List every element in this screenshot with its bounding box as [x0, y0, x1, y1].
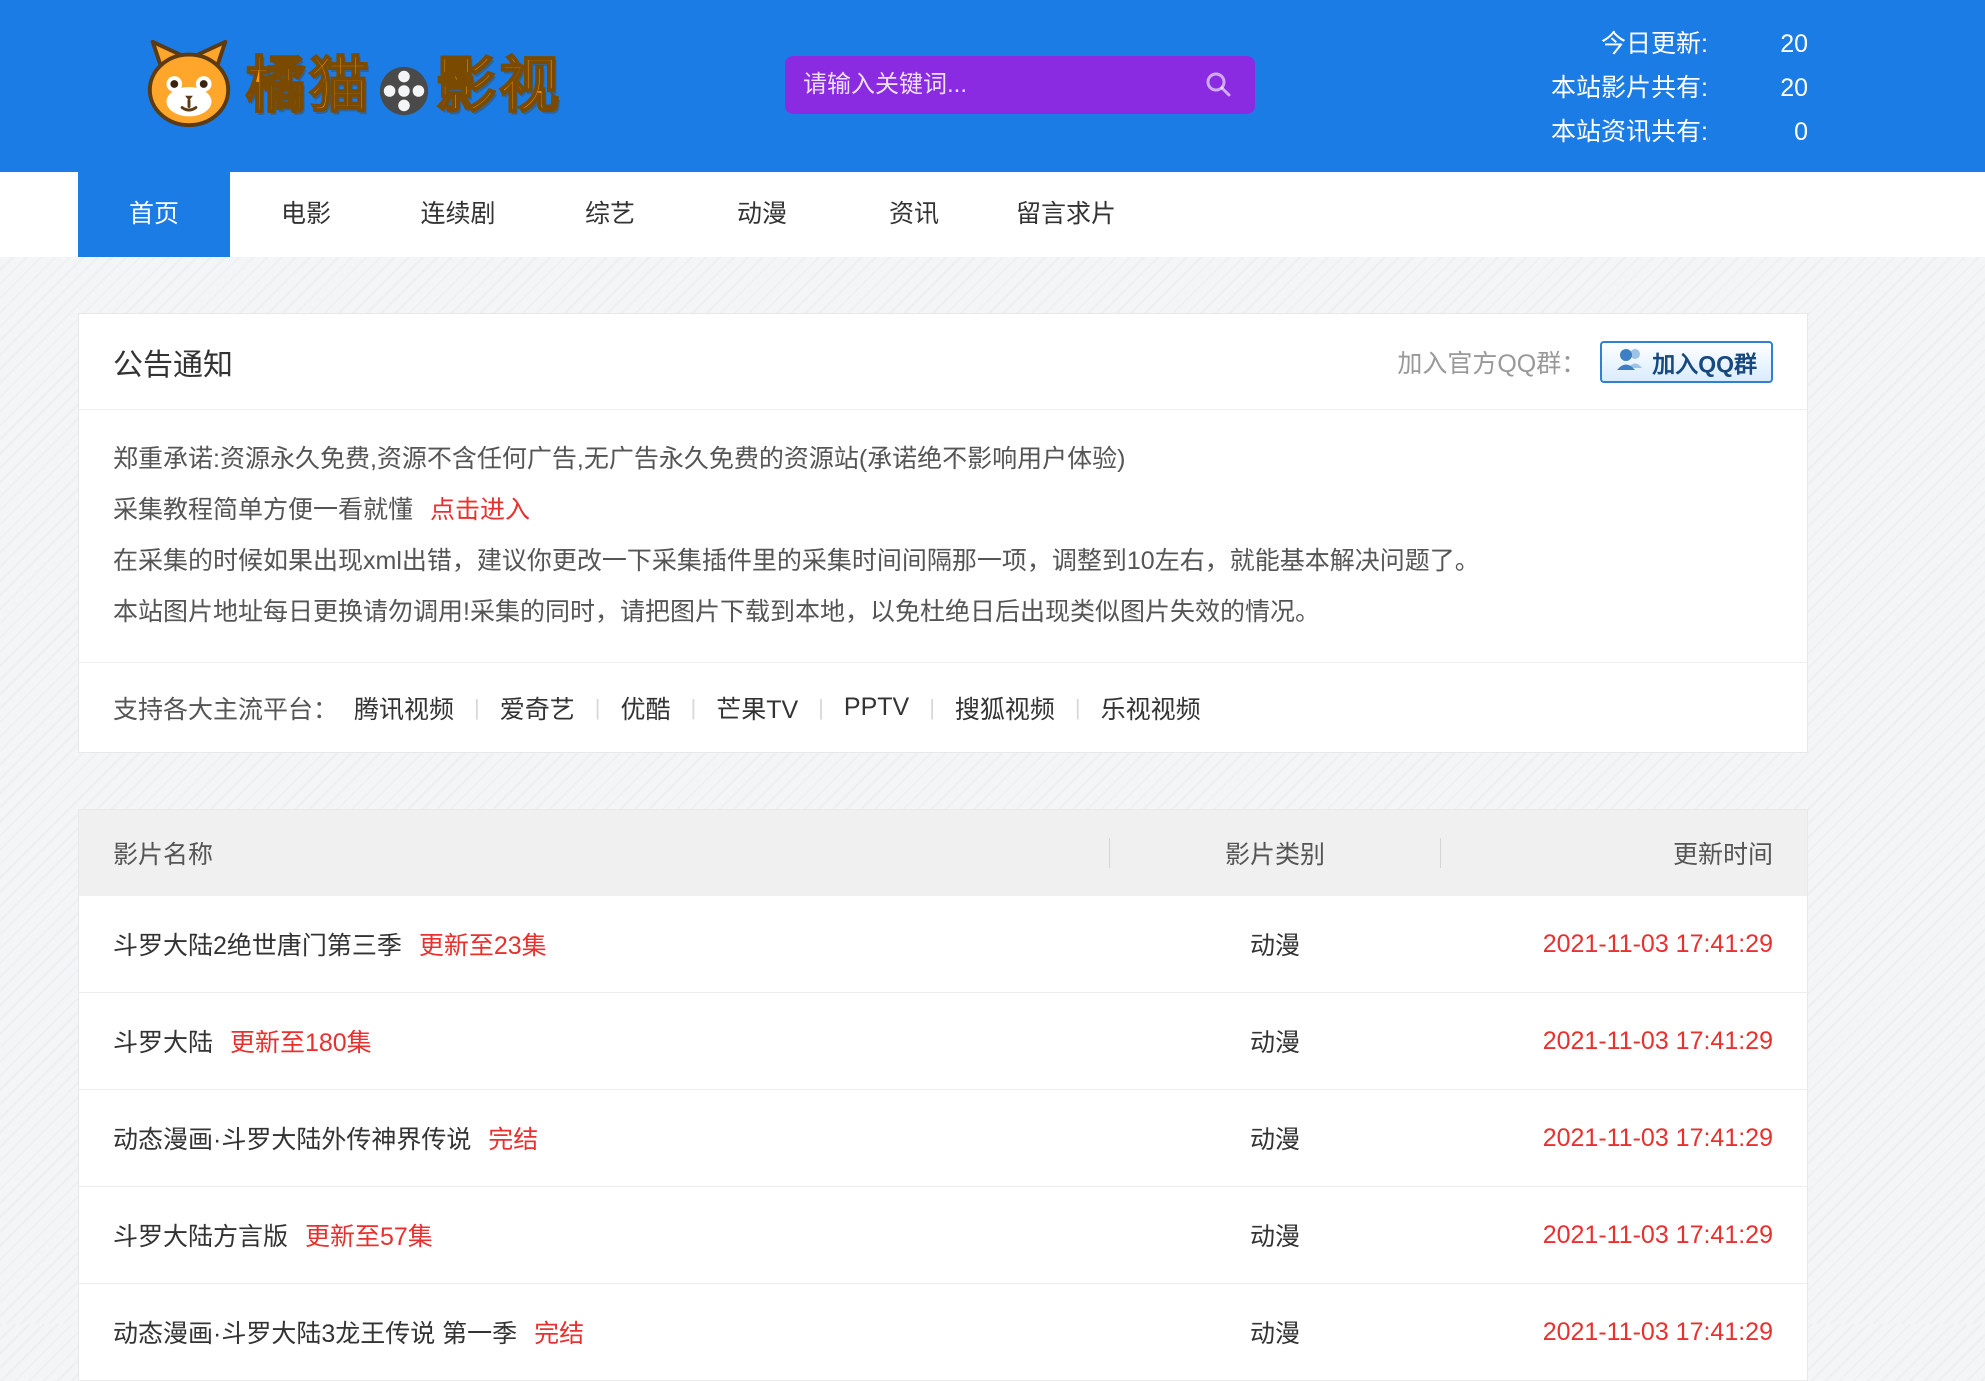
column-header-updated: 更新时间 [1441, 835, 1807, 871]
notice-enter-link[interactable]: 点击进入 [430, 496, 530, 524]
video-name-cell: 斗罗大陆方言版 更新至57集 [79, 1217, 1109, 1253]
notice-title: 公告通知 [113, 340, 233, 384]
search-icon [1203, 69, 1233, 102]
header-inner: 橘猫 影视 [78, 0, 1808, 172]
logo-text-part2: 影视 [436, 56, 562, 116]
divider: | [818, 695, 824, 721]
video-name-link[interactable]: 斗罗大陆2绝世唐门第三季 [113, 932, 402, 960]
platform-link-letv[interactable]: 乐视视频 [1101, 690, 1201, 726]
nav-item-home[interactable]: 首页 [78, 172, 230, 257]
video-updated-time: 2021-11-03 17:41:29 [1441, 1027, 1807, 1056]
platform-link-tencent[interactable]: 腾讯视频 [354, 690, 454, 726]
divider: | [691, 695, 697, 721]
search-input[interactable] [803, 71, 1199, 99]
video-name-link[interactable]: 动态漫画·斗罗大陆3龙王传说 第一季 [113, 1320, 517, 1348]
video-category: 动漫 [1110, 926, 1440, 962]
notice-header: 公告通知 加入官方QQ群： 加入QQ群 [79, 314, 1807, 410]
nav-item-series[interactable]: 连续剧 [382, 172, 534, 257]
table-row: 斗罗大陆方言版 更新至57集 动漫 2021-11-03 17:41:29 [79, 1187, 1807, 1284]
video-updated-time: 2021-11-03 17:41:29 [1441, 1124, 1807, 1153]
video-updated-time: 2021-11-03 17:41:29 [1441, 1318, 1807, 1347]
nav-item-anime[interactable]: 动漫 [686, 172, 838, 257]
table-row: 动态漫画·斗罗大陆3龙王传说 第一季 完结 动漫 2021-11-03 17:4… [79, 1284, 1807, 1381]
cat-logo-icon [140, 35, 238, 138]
stat-total-news: 本站资讯共有: 0 [1508, 110, 1808, 154]
qq-area: 加入官方QQ群： 加入QQ群 [1397, 341, 1773, 383]
site-header: 橘猫 影视 [0, 0, 1985, 172]
video-status: 完结 [488, 1126, 538, 1154]
notice-line: 在采集的时候如果出现xml出错，建议你更改一下采集插件里的采集时间间隔那一项，调… [113, 536, 1773, 587]
stat-today-updates: 今日更新: 20 [1508, 22, 1808, 66]
video-status: 更新至23集 [419, 932, 547, 960]
video-table: 影片名称 影片类别 更新时间 斗罗大陆2绝世唐门第三季 更新至23集 动漫 20… [78, 809, 1808, 1381]
platform-link-sohu[interactable]: 搜狐视频 [955, 690, 1055, 726]
table-row: 动态漫画·斗罗大陆外传神界传说 完结 动漫 2021-11-03 17:41:2… [79, 1090, 1807, 1187]
nav-item-movies[interactable]: 电影 [230, 172, 382, 257]
main-content: 公告通知 加入官方QQ群： 加入QQ群 郑重承诺: [78, 313, 1808, 1381]
join-qq-button[interactable]: 加入QQ群 [1600, 341, 1773, 383]
platforms-bar: 支持各大主流平台： 腾讯视频 | 爱奇艺 | 优酷 | 芒果TV | PPTV … [79, 662, 1807, 752]
notice-body: 郑重承诺:资源永久免费,资源不含任何广告,无广告永久免费的资源站(承诺绝不影响用… [79, 410, 1807, 644]
nav-item-variety[interactable]: 综艺 [534, 172, 686, 257]
video-updated-time: 2021-11-03 17:41:29 [1441, 930, 1807, 959]
table-header-row: 影片名称 影片类别 更新时间 [79, 810, 1807, 896]
nav-item-request[interactable]: 留言求片 [990, 172, 1142, 257]
qq-group-label: 加入官方QQ群： [1397, 344, 1586, 380]
video-name-link[interactable]: 斗罗大陆 [113, 1029, 213, 1057]
notice-line: 采集教程简单方便一看就懂 点击进入 [113, 485, 1773, 536]
video-name-cell: 斗罗大陆2绝世唐门第三季 更新至23集 [79, 926, 1109, 962]
stat-label: 本站资讯共有: [1508, 110, 1708, 154]
logo-text-part1: 橘猫 [246, 56, 372, 116]
main-nav: 首页 电影 连续剧 综艺 动漫 资讯 留言求片 [0, 172, 1985, 257]
table-row: 斗罗大陆2绝世唐门第三季 更新至23集 动漫 2021-11-03 17:41:… [79, 896, 1807, 993]
table-row: 斗罗大陆 更新至180集 动漫 2021-11-03 17:41:29 [79, 993, 1807, 1090]
column-header-category: 影片类别 [1110, 835, 1440, 871]
join-qq-button-label: 加入QQ群 [1652, 345, 1757, 379]
video-status: 更新至180集 [230, 1029, 372, 1057]
stat-value: 20 [1708, 22, 1808, 66]
platforms-label: 支持各大主流平台： [113, 690, 338, 726]
site-stats: 今日更新: 20 本站影片共有: 20 本站资讯共有: 0 [1508, 22, 1808, 154]
video-name-link[interactable]: 斗罗大陆方言版 [113, 1223, 288, 1251]
column-header-name: 影片名称 [79, 835, 1109, 871]
platform-link-pptv[interactable]: PPTV [844, 693, 909, 722]
qq-group-icon [1616, 346, 1644, 378]
stat-total-videos: 本站影片共有: 20 [1508, 66, 1808, 110]
video-updated-time: 2021-11-03 17:41:29 [1441, 1221, 1807, 1250]
notice-line: 本站图片地址每日更换请勿调用!采集的同时，请把图片下载到本地，以免杜绝日后出现类… [113, 587, 1773, 638]
platform-link-youku[interactable]: 优酷 [620, 690, 670, 726]
notice-line: 郑重承诺:资源永久免费,资源不含任何广告,无广告永久免费的资源站(承诺绝不影响用… [113, 434, 1773, 485]
video-name-cell: 动态漫画·斗罗大陆外传神界传说 完结 [79, 1120, 1109, 1156]
video-category: 动漫 [1110, 1023, 1440, 1059]
divider: | [1075, 695, 1081, 721]
video-name-cell: 动态漫画·斗罗大陆3龙王传说 第一季 完结 [79, 1314, 1109, 1350]
notice-card: 公告通知 加入官方QQ群： 加入QQ群 郑重承诺: [78, 313, 1808, 753]
video-category: 动漫 [1110, 1120, 1440, 1156]
nav-inner: 首页 电影 连续剧 综艺 动漫 资讯 留言求片 [78, 172, 1985, 257]
video-name-link[interactable]: 动态漫画·斗罗大陆外传神界传说 [113, 1126, 471, 1154]
notice-line-text: 采集教程简单方便一看就懂 [113, 496, 413, 524]
search-button[interactable] [1199, 65, 1237, 106]
search-bar [785, 56, 1255, 114]
video-status: 更新至57集 [305, 1223, 433, 1251]
film-reel-icon [378, 65, 430, 122]
stat-label: 本站影片共有: [1508, 66, 1708, 110]
video-category: 动漫 [1110, 1314, 1440, 1350]
stat-value: 0 [1708, 110, 1808, 154]
video-category: 动漫 [1110, 1217, 1440, 1253]
nav-item-news[interactable]: 资讯 [838, 172, 990, 257]
video-name-cell: 斗罗大陆 更新至180集 [79, 1023, 1109, 1059]
stat-value: 20 [1708, 66, 1808, 110]
logo[interactable]: 橘猫 影视 [140, 35, 562, 138]
video-status: 完结 [534, 1320, 584, 1348]
divider: | [595, 695, 601, 721]
platform-link-iqiyi[interactable]: 爱奇艺 [500, 690, 575, 726]
divider: | [474, 695, 480, 721]
stat-label: 今日更新: [1508, 22, 1708, 66]
platform-link-mgtv[interactable]: 芒果TV [716, 690, 798, 726]
divider: | [929, 695, 935, 721]
